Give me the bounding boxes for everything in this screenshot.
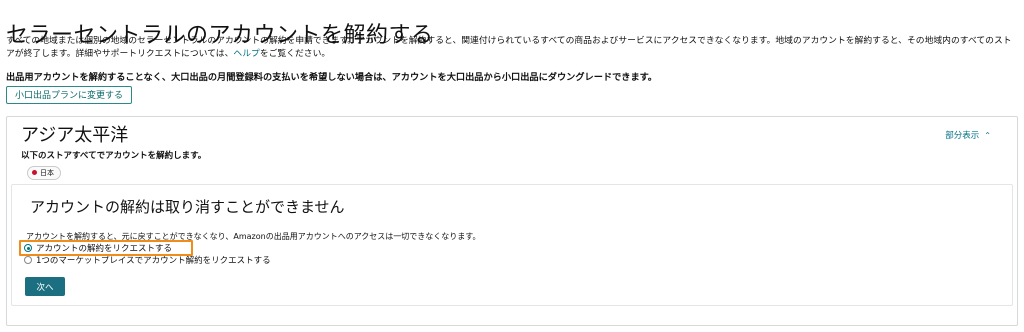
japan-flag-icon [32,170,37,175]
store-chip-japan: 日本 [27,166,61,180]
chevron-up-icon: ⌃ [984,131,991,140]
annotation-highlight-box [19,240,193,256]
radio-option-close-single-marketplace[interactable]: 1つのマーケットプレイスでアカウント解約をリクエストする [24,255,271,267]
store-chip-label: 日本 [40,169,54,177]
warning-title: アカウントの解約は取り消すことができません [30,198,345,216]
region-card-asia-pacific: アジア太平洋 部分表示 ⌃ 以下のストアすべてでアカウントを解約します。 日本 ア… [6,116,1018,326]
radio-unselected-icon[interactable] [24,256,32,264]
intro-text-before-link: すべての地域または個別の地域のセラーセントラルのアカウントの解約を申請できます。… [6,36,1012,59]
intro-text: すべての地域または個別の地域のセラーセントラルのアカウントの解約を申請できます。… [6,35,1018,61]
region-title: アジア太平洋 [21,125,129,146]
partial-view-toggle[interactable]: 部分表示 ⌃ [945,129,991,141]
next-button[interactable]: 次へ [25,277,65,296]
irreversible-warning-panel: アカウントの解約は取り消すことができません アカウントを解約すると、元に戻すこと… [11,184,1013,306]
help-link[interactable]: ヘルプ [233,49,259,59]
downgrade-notice: 出品用アカウントを解約することなく、大口出品の月間登録料の支払いを希望しない場合… [6,72,658,83]
downgrade-to-individual-button[interactable]: 小口出品プランに変更する [6,86,133,104]
region-subtitle: 以下のストアすべてでアカウントを解約します。 [21,151,207,161]
partial-view-label: 部分表示 [945,131,980,141]
intro-text-after-link: をご覧ください。 [259,49,331,59]
radio-option-label: 1つのマーケットプレイスでアカウント解約をリクエストする [36,256,271,266]
